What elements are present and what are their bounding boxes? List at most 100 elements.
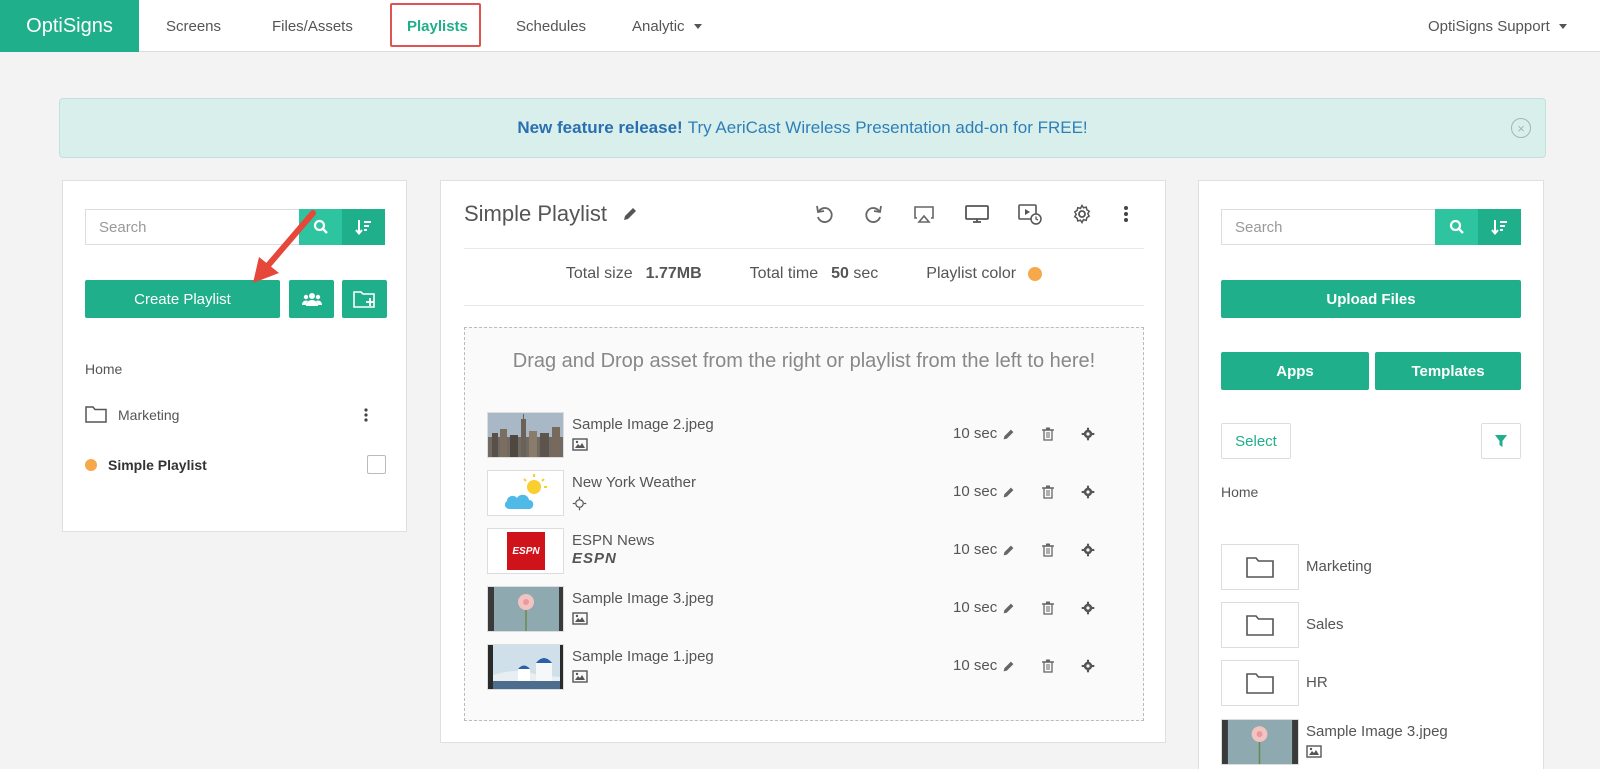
brand-logo[interactable]: OptiSigns [0,0,139,52]
playlist-row[interactable]: Simple Playlist [85,453,386,477]
sort-button[interactable] [1478,209,1521,245]
total-time-unit: sec [853,265,879,282]
item-thumbnail: ESPN [487,528,564,574]
playlist-color[interactable]: Playlist color [926,265,1043,283]
playlist-search: Search [85,209,385,245]
edit-pencil-icon[interactable] [1000,542,1016,558]
playlist-drop-zone[interactable]: Drag and Drop asset from the right or pl… [464,327,1144,721]
nav-analytic[interactable]: Analytic [632,0,702,52]
image-icon [572,670,588,683]
item-duration[interactable]: 10 sec [953,425,997,442]
playlist-item[interactable]: Sample Image 2.jpeg 10 sec [487,412,1117,458]
folder-thumb [1221,544,1299,590]
edit-pencil-icon[interactable] [1000,600,1016,616]
more-options-button[interactable] [1113,201,1139,227]
apps-button[interactable]: Apps [1221,352,1369,390]
total-size-value: 1.77MB [645,265,702,282]
asset-thumb [1221,719,1299,765]
settings-button[interactable] [1069,201,1095,227]
playlist-item[interactable]: Sample Image 1.jpeg 10 sec [487,644,1117,690]
folder-icon [1246,615,1274,636]
folder-item[interactable]: Sales [1221,602,1521,648]
undo-icon [816,205,833,223]
playlist-item[interactable]: Sample Image 3.jpeg 10 sec [487,586,1117,632]
select-button[interactable]: Select [1221,423,1291,459]
search-icon [1449,219,1464,234]
item-thumbnail [487,644,564,690]
folder-row[interactable]: Marketing [85,403,385,427]
total-time-label: Total time [749,265,819,282]
filter-button[interactable] [1481,423,1521,459]
top-navbar: OptiSigns Screens Files/Assets Playlists… [0,0,1600,52]
breadcrumb[interactable]: Home [1221,484,1258,500]
banner-bold: New feature release! [517,118,683,137]
gear-icon[interactable] [1080,542,1096,558]
close-icon[interactable]: × [1511,118,1531,138]
asset-search: Search [1221,209,1521,245]
playlist-title-row: Simple Playlist [464,201,638,227]
sort-button[interactable] [342,209,385,245]
nav-screens[interactable]: Screens [166,0,221,52]
user-menu[interactable]: OptiSigns Support [1428,0,1567,52]
item-duration[interactable]: 10 sec [953,599,997,616]
search-button[interactable] [1435,209,1478,245]
total-time: Total time 50 sec [750,265,879,283]
folder-thumb [1221,602,1299,648]
gear-icon[interactable] [1080,658,1096,674]
playlist-color-swatch[interactable] [1028,267,1043,281]
gear-icon[interactable] [1080,484,1096,500]
more-vertical-icon [364,408,368,422]
banner-text[interactable]: Try AeriCast Wireless Presentation add-o… [688,118,1088,138]
trash-icon[interactable] [1040,484,1056,500]
divider [464,248,1144,249]
item-name: Sample Image 2.jpeg [572,416,714,433]
edit-pencil-icon[interactable] [622,206,638,222]
trash-icon[interactable] [1040,426,1056,442]
user-name: OptiSigns Support [1428,17,1550,35]
folder-icon [1246,557,1274,578]
users-icon [301,293,322,306]
asset-item[interactable]: Sample Image 3.jpeg [1221,719,1521,765]
folder-item[interactable]: HR [1221,660,1521,706]
gear-icon[interactable] [1080,600,1096,616]
redo-icon [865,205,882,223]
edit-pencil-icon[interactable] [1000,484,1016,500]
item-duration[interactable]: 10 sec [953,483,997,500]
arrow-annotation [253,210,316,283]
templates-button[interactable]: Templates [1375,352,1521,390]
trash-icon[interactable] [1040,542,1056,558]
nav-schedules[interactable]: Schedules [516,0,586,52]
preview-button[interactable] [964,201,990,227]
new-folder-button[interactable] [342,280,387,318]
item-name: New York Weather [572,474,696,491]
schedule-playlist-button[interactable] [1017,201,1043,227]
playlist-item[interactable]: ESPN ESPN News ESPN 10 sec [487,528,1117,574]
playlist-checkbox[interactable] [367,455,386,474]
drop-instructions: Drag and Drop asset from the right or pl… [512,350,1096,372]
item-name: Sample Image 1.jpeg [572,648,714,665]
search-input[interactable]: Search [1221,209,1435,245]
item-duration[interactable]: 10 sec [953,657,997,674]
playlist-stats: Total size 1.77MB Total time 50 sec Playli… [441,265,1167,283]
breadcrumb[interactable]: Home [85,361,122,377]
edit-pencil-icon[interactable] [1000,658,1016,674]
nav-files-assets[interactable]: Files/Assets [272,0,353,52]
upload-files-button[interactable]: Upload Files [1221,280,1521,318]
more-vertical-icon [1124,206,1128,222]
undo-button[interactable] [811,201,837,227]
sort-icon [1490,220,1507,236]
item-name: Sample Image 3.jpeg [572,590,714,607]
filter-icon [1495,435,1507,447]
folder-name: Marketing [118,407,180,423]
cast-button[interactable] [911,201,937,227]
playlists-panel: Search Create Playlist Home Marketing Si… [62,180,407,532]
playlist-item[interactable]: New York Weather 10 sec [487,470,1117,516]
gear-icon[interactable] [1080,426,1096,442]
edit-pencil-icon[interactable] [1000,426,1016,442]
item-duration[interactable]: 10 sec [953,541,997,558]
redo-button[interactable] [861,201,887,227]
trash-icon[interactable] [1040,600,1056,616]
total-time-value: 50 [831,265,849,282]
folder-item[interactable]: Marketing [1221,544,1521,590]
trash-icon[interactable] [1040,658,1056,674]
